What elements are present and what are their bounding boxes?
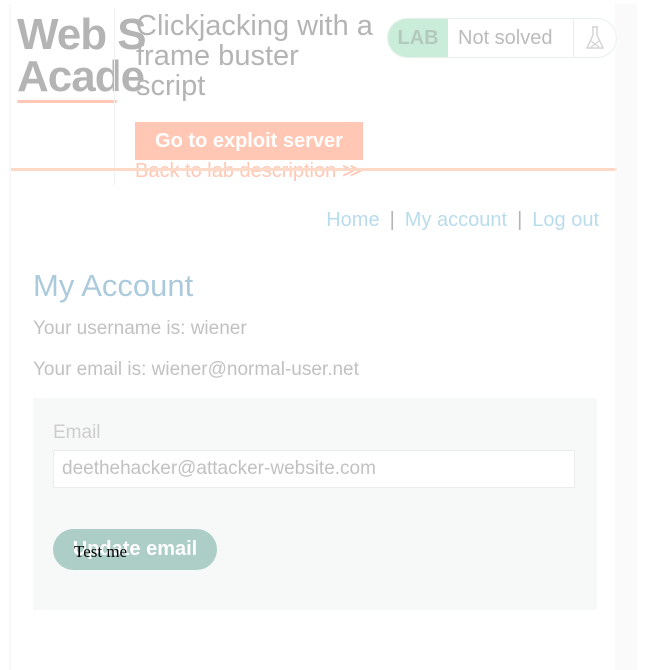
iframe-scrollbar[interactable] [615,4,637,670]
victim-iframe[interactable]: Web S Acade Clickjacking with a frame bu… [9,4,617,670]
nav-separator: | [517,209,523,231]
back-link-label: Back to lab description [135,160,337,182]
attacker-page: Web S Acade Clickjacking with a frame bu… [0,0,670,670]
change-email-form: Email Update email [33,398,597,610]
double-chevron-right-icon: ≫ [341,160,363,182]
email-input[interactable] [53,450,575,488]
username-text: Your username is: wiener [33,318,247,339]
nav-home-link[interactable]: Home [326,209,379,231]
top-navigation: Home | My account | Log out [326,209,599,232]
nav-my-account-link[interactable]: My account [405,209,507,231]
flask-icon [574,19,616,57]
lab-title: Clickjacking with a frame buster script [136,10,373,102]
email-text: Your email is: wiener@normal-user.net [33,359,359,380]
email-label: Email [53,422,101,443]
lab-tag: LAB [388,19,448,57]
lab-status-badge: LAB Not solved [387,18,617,58]
decoy-test-me-text[interactable]: Test me [74,542,127,562]
lab-status-text: Not solved [448,19,574,57]
go-to-exploit-server-button[interactable]: Go to exploit server [135,122,363,160]
page-title: My Account [33,268,194,303]
nav-separator: | [389,209,395,231]
header-rule [11,168,617,171]
header-divider [114,8,115,186]
logo-underline [17,100,117,103]
nav-log-out-link[interactable]: Log out [532,209,599,231]
